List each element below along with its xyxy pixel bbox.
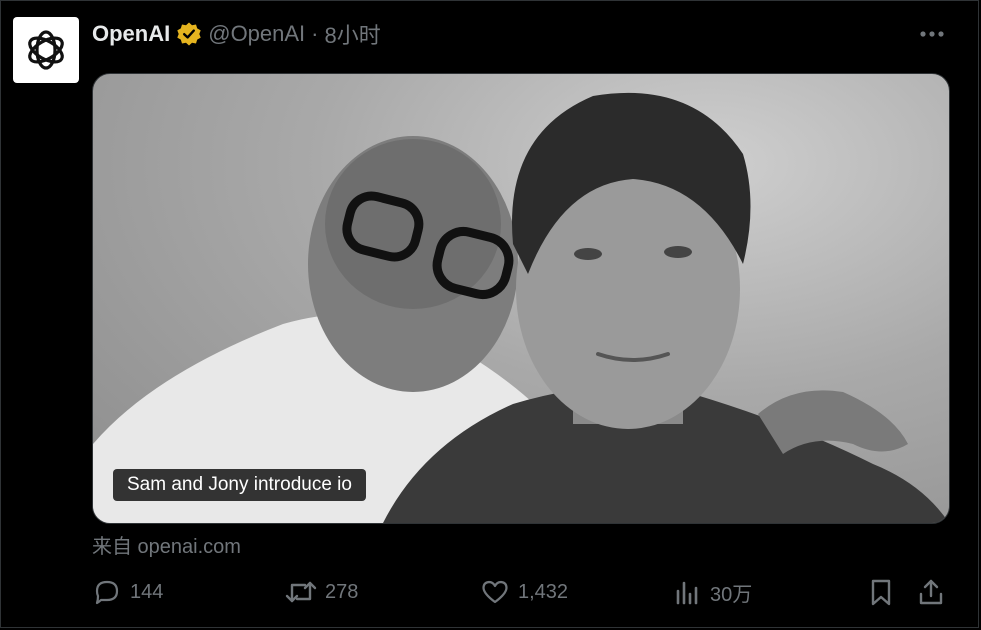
more-icon[interactable]: [912, 22, 952, 46]
post-header: OpenAI @OpenAI · 8小时: [92, 18, 381, 50]
bookmark-icon: [871, 579, 891, 606]
views-icon: [676, 581, 698, 605]
views-button[interactable]: 30万: [674, 572, 752, 612]
heart-icon: [482, 580, 508, 604]
author-handle[interactable]: @OpenAI: [208, 21, 305, 47]
openai-logo-icon: [28, 30, 64, 70]
avatar[interactable]: [13, 17, 79, 83]
post-photo[interactable]: [92, 73, 950, 524]
like-count: 1,432: [518, 580, 569, 603]
author-name[interactable]: OpenAI: [92, 21, 170, 47]
repost-icon: [285, 581, 317, 603]
reply-icon: [95, 580, 119, 605]
views-count: 30万: [710, 583, 753, 606]
repost-button[interactable]: 278: [285, 572, 358, 612]
share-icon: [919, 579, 943, 605]
share-button[interactable]: [916, 572, 946, 612]
bookmark-button[interactable]: [866, 572, 896, 612]
photo-illustration: [93, 92, 949, 523]
like-button[interactable]: 1,432: [480, 572, 568, 612]
verified-badge-icon[interactable]: [176, 21, 202, 47]
media-caption: Sam and Jony introduce io: [113, 469, 366, 501]
reply-button[interactable]: 144: [92, 572, 163, 612]
reply-count: 144: [130, 580, 164, 603]
action-bar: 144 278 1,432 30万: [92, 572, 952, 612]
source-link[interactable]: 来自 openai.com: [92, 530, 241, 559]
post-time[interactable]: 8小时: [325, 18, 381, 50]
repost-count: 278: [325, 580, 359, 603]
separator-dot: ·: [311, 21, 319, 46]
